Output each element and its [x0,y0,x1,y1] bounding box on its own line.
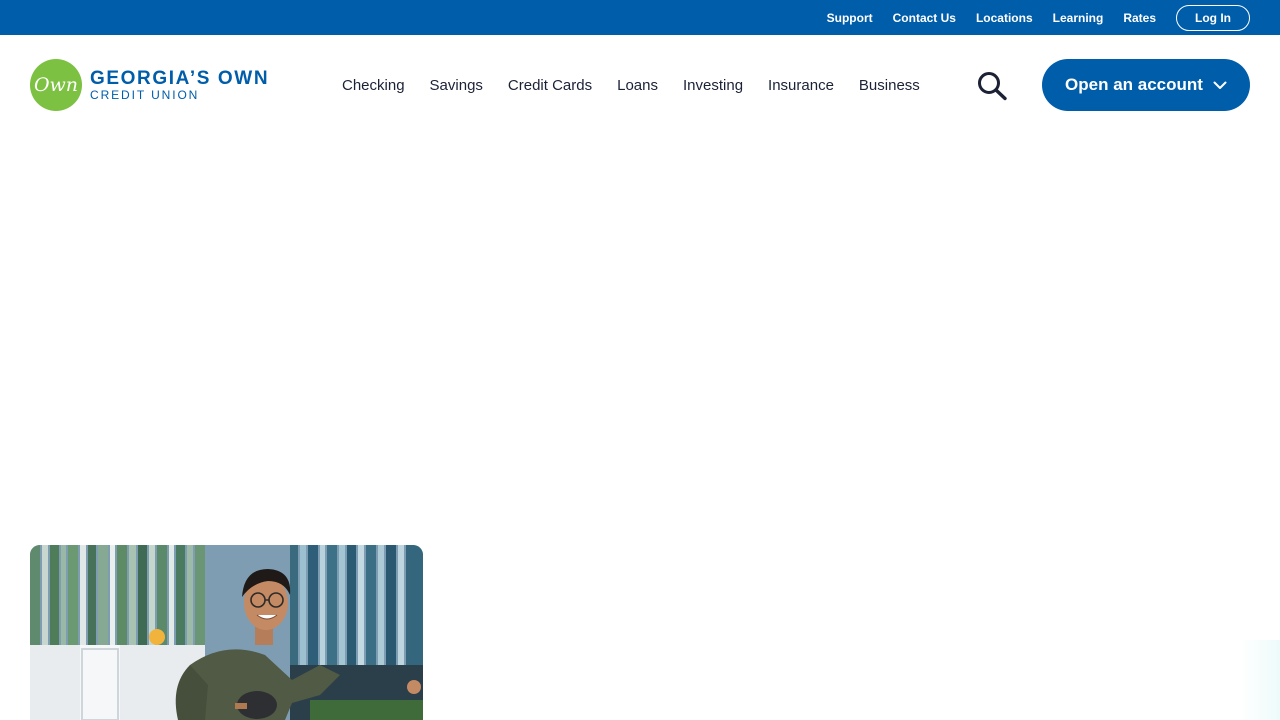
nav-item-savings[interactable]: Savings [430,77,483,94]
open-account-button[interactable]: Open an account [1042,59,1250,111]
utility-bar: Support Contact Us Locations Learning Ra… [0,0,1280,35]
login-button[interactable]: Log In [1176,4,1250,31]
logo-wordmark: GEORGIA’S OWN CREDIT UNION [90,67,270,102]
person-playing-ping-pong-photo [30,545,423,720]
open-account-label: Open an account [1065,75,1203,94]
logo-name-line1: GEORGIA’S OWN [90,67,270,89]
search-icon [978,72,1007,101]
utility-link-locations[interactable]: Locations [976,11,1033,25]
main-nav: Checking Savings Credit Cards Loans Inve… [342,75,920,95]
nav-item-checking[interactable]: Checking [342,77,405,94]
utility-link-learning[interactable]: Learning [1053,11,1104,25]
nav-item-insurance[interactable]: Insurance [768,77,834,94]
nav-item-business[interactable]: Business [859,77,920,94]
nav-item-loans[interactable]: Loans [617,77,658,94]
main-header: Own GEORGIA’S OWN CREDIT UNION Checking … [0,35,1280,135]
site-logo[interactable]: Own GEORGIA’S OWN CREDIT UNION [30,59,269,111]
utility-link-rates[interactable]: Rates [1123,11,1156,25]
promo-card-image[interactable] [30,545,423,720]
decorative-glow [1240,640,1280,720]
logo-name-line2: CREDIT UNION [90,87,200,102]
hero-area [0,135,1280,545]
chevron-down-icon [1213,81,1227,90]
utility-link-contact-us[interactable]: Contact Us [893,11,956,25]
logo-mark: Own [30,59,82,111]
search-button[interactable] [975,71,1009,101]
nav-item-credit-cards[interactable]: Credit Cards [508,77,592,94]
utility-link-support[interactable]: Support [827,11,873,25]
nav-item-investing[interactable]: Investing [683,77,743,94]
utility-nav: Support Contact Us Locations Learning Ra… [807,11,1156,25]
